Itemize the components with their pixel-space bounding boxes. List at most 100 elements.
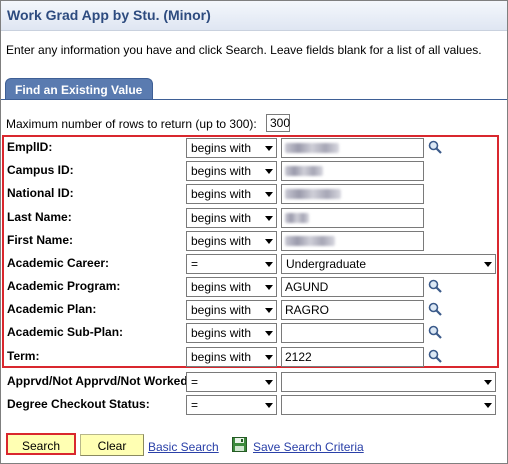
tab-find-existing-value[interactable]: Find an Existing Value bbox=[5, 78, 153, 100]
operator-value: begins with bbox=[191, 326, 252, 340]
criteria-row: Academic Career: = Undergraduate bbox=[0, 252, 508, 275]
clear-button[interactable]: Clear bbox=[80, 434, 144, 456]
input-value: AGUND bbox=[285, 280, 329, 294]
operator-select[interactable]: begins with bbox=[186, 300, 277, 320]
field-label: Academic Sub-Plan: bbox=[7, 325, 124, 339]
operator-value: = bbox=[191, 257, 199, 271]
chevron-down-icon[interactable] bbox=[265, 331, 273, 336]
operator-value: begins with bbox=[191, 187, 252, 201]
field-label: First Name: bbox=[7, 233, 74, 247]
field-label: Academic Program: bbox=[7, 279, 121, 293]
field-label: Last Name: bbox=[7, 210, 72, 224]
value-input[interactable] bbox=[281, 208, 424, 228]
value-input[interactable] bbox=[281, 161, 424, 181]
value-select[interactable] bbox=[281, 395, 496, 415]
operator-select[interactable]: = bbox=[186, 254, 277, 274]
operator-value: = bbox=[191, 398, 199, 412]
input-value: 2122 bbox=[285, 350, 312, 364]
value-input[interactable] bbox=[281, 323, 424, 343]
operator-select[interactable]: begins with bbox=[186, 184, 277, 204]
criteria-row: First Name: begins with bbox=[0, 229, 508, 252]
redacted-value bbox=[285, 235, 335, 246]
redacted-value bbox=[285, 165, 323, 176]
operator-value: begins with bbox=[191, 234, 252, 248]
operator-select[interactable]: begins with bbox=[186, 347, 277, 367]
field-label: Academic Plan: bbox=[7, 302, 97, 316]
chevron-down-icon[interactable] bbox=[484, 380, 492, 385]
value-input[interactable] bbox=[281, 184, 424, 204]
operator-select[interactable]: begins with bbox=[186, 161, 277, 181]
input-value: RAGRO bbox=[285, 303, 330, 317]
value-select[interactable] bbox=[281, 372, 496, 392]
instructions-text: Enter any information you have and click… bbox=[6, 43, 482, 57]
field-label: Campus ID: bbox=[7, 163, 74, 177]
magnifier-icon[interactable] bbox=[428, 302, 442, 316]
floppy-disk-icon[interactable] bbox=[232, 437, 247, 452]
select-value: Undergraduate bbox=[286, 257, 367, 271]
redacted-value bbox=[285, 212, 309, 223]
chevron-down-icon[interactable] bbox=[484, 262, 492, 267]
criteria-row: Term: begins with 2122 bbox=[0, 345, 508, 368]
criteria-row: Academic Sub-Plan: begins with bbox=[0, 321, 508, 344]
title-bar: Work Grad App by Stu. (Minor) bbox=[1, 1, 507, 31]
criteria-row: EmplID: begins with bbox=[0, 136, 508, 159]
value-input[interactable]: RAGRO bbox=[281, 300, 424, 320]
page-title: Work Grad App by Stu. (Minor) bbox=[7, 7, 211, 23]
field-label: National ID: bbox=[7, 186, 74, 200]
value-input[interactable] bbox=[281, 231, 424, 251]
search-button[interactable]: Search bbox=[6, 433, 76, 455]
field-label: Term: bbox=[7, 349, 40, 363]
chevron-down-icon[interactable] bbox=[265, 146, 273, 151]
operator-value: begins with bbox=[191, 141, 252, 155]
chevron-down-icon[interactable] bbox=[484, 403, 492, 408]
field-label: Degree Checkout Status: bbox=[7, 397, 150, 411]
operator-value: begins with bbox=[191, 350, 252, 364]
criteria-row: Apprvd/Not Apprvd/Not Worked: = bbox=[0, 370, 508, 393]
chevron-down-icon[interactable] bbox=[265, 285, 273, 290]
criteria-row: National ID: begins with bbox=[0, 182, 508, 205]
max-rows-input[interactable]: 300 bbox=[266, 114, 290, 132]
chevron-down-icon[interactable] bbox=[265, 169, 273, 174]
operator-value: begins with bbox=[191, 164, 252, 178]
magnifier-icon[interactable] bbox=[428, 325, 442, 339]
criteria-row: Degree Checkout Status: = bbox=[0, 393, 508, 416]
value-input[interactable]: AGUND bbox=[281, 277, 424, 297]
chevron-down-icon[interactable] bbox=[265, 216, 273, 221]
criteria-row: Last Name: begins with bbox=[0, 206, 508, 229]
chevron-down-icon[interactable] bbox=[265, 380, 273, 385]
operator-select[interactable]: = bbox=[186, 372, 277, 392]
value-select[interactable]: Undergraduate bbox=[281, 254, 496, 274]
basic-search-link[interactable]: Basic Search bbox=[148, 440, 219, 454]
magnifier-icon[interactable] bbox=[428, 279, 442, 293]
value-input[interactable]: 2122 bbox=[281, 347, 424, 367]
chevron-down-icon[interactable] bbox=[265, 355, 273, 360]
operator-value: begins with bbox=[191, 211, 252, 225]
operator-select[interactable]: = bbox=[186, 395, 277, 415]
chevron-down-icon[interactable] bbox=[265, 308, 273, 313]
operator-select[interactable]: begins with bbox=[186, 138, 277, 158]
operator-select[interactable]: begins with bbox=[186, 231, 277, 251]
chevron-down-icon[interactable] bbox=[265, 403, 273, 408]
operator-value: begins with bbox=[191, 280, 252, 294]
operator-value: begins with bbox=[191, 303, 252, 317]
chevron-down-icon[interactable] bbox=[265, 239, 273, 244]
operator-select[interactable]: begins with bbox=[186, 323, 277, 343]
field-label: Academic Career: bbox=[7, 256, 110, 270]
magnifier-icon[interactable] bbox=[428, 140, 442, 154]
operator-select[interactable]: begins with bbox=[186, 208, 277, 228]
redacted-value bbox=[285, 188, 341, 199]
field-label: Apprvd/Not Apprvd/Not Worked: bbox=[7, 374, 192, 388]
max-rows-label: Maximum number of rows to return (up to … bbox=[6, 117, 257, 131]
save-search-criteria-link[interactable]: Save Search Criteria bbox=[253, 440, 364, 454]
criteria-row: Campus ID: begins with bbox=[0, 159, 508, 182]
criteria-row: Academic Program: begins with AGUND bbox=[0, 275, 508, 298]
operator-select[interactable]: begins with bbox=[186, 277, 277, 297]
chevron-down-icon[interactable] bbox=[265, 192, 273, 197]
magnifier-icon[interactable] bbox=[428, 349, 442, 363]
tab-divider bbox=[1, 99, 507, 100]
operator-value: = bbox=[191, 375, 199, 389]
redacted-value bbox=[285, 142, 339, 153]
value-input[interactable] bbox=[281, 138, 424, 158]
chevron-down-icon[interactable] bbox=[265, 262, 273, 267]
field-label: EmplID: bbox=[7, 140, 53, 154]
